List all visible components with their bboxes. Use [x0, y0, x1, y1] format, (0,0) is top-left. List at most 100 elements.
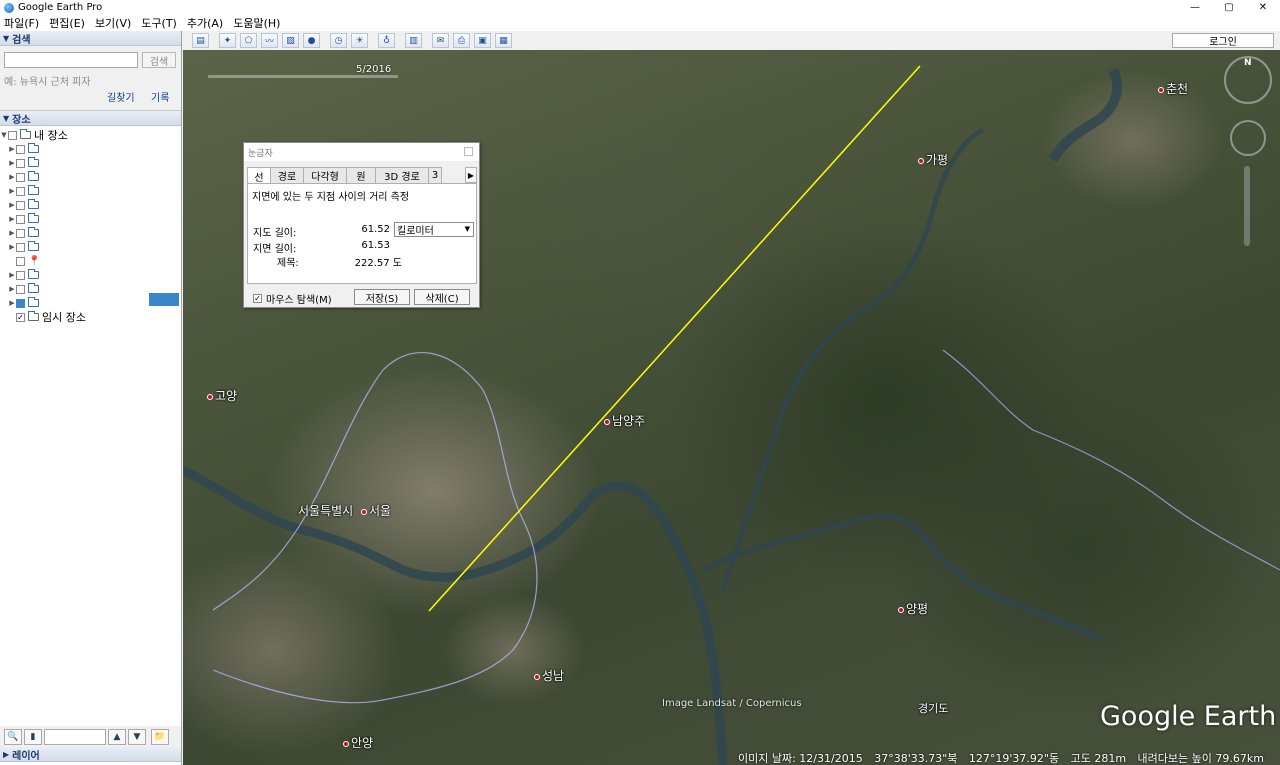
tab-circle[interactable]: 원 — [346, 167, 376, 183]
panel-view-icon[interactable]: ▮ — [24, 728, 42, 745]
navigation-controls[interactable]: N — [1222, 54, 1274, 254]
menu-add[interactable]: 추가(A) — [187, 15, 223, 31]
close-icon[interactable] — [464, 147, 473, 156]
move-up-icon[interactable]: ▲ — [108, 728, 126, 745]
search-input[interactable] — [4, 52, 138, 68]
directions-link[interactable]: 길찾기 — [107, 89, 135, 104]
tab-3d-path[interactable]: 3D 경로 — [375, 167, 429, 183]
checkbox[interactable] — [16, 158, 25, 168]
slider-track[interactable] — [208, 75, 398, 78]
mouse-navigation-toggle[interactable]: ✓ 마우스 탐색(M) — [253, 291, 332, 306]
label-anyang[interactable]: 안양 — [343, 734, 373, 751]
tree-item[interactable]: ▶ — [8, 156, 181, 170]
zoom-slider[interactable] — [1244, 166, 1250, 246]
email-icon[interactable]: ✉ — [432, 33, 449, 48]
label-yangpyeong[interactable]: 양평 — [898, 600, 928, 617]
checkbox[interactable] — [16, 270, 25, 280]
clear-button[interactable]: 삭제(C) — [414, 289, 470, 305]
menu-view[interactable]: 보기(V) — [95, 15, 131, 31]
expand-icon[interactable]: ▶ — [8, 173, 16, 181]
checkbox[interactable] — [16, 228, 25, 238]
label-goyang[interactable]: 고양 — [207, 387, 237, 404]
save-button[interactable]: 저장(S) — [354, 289, 410, 305]
label-gyeonggi[interactable]: 경기도 — [918, 700, 948, 716]
menu-file[interactable]: 파일(F) — [4, 15, 39, 31]
tree-item[interactable]: 📍 — [8, 254, 181, 268]
expand-icon[interactable]: ▶ — [8, 215, 16, 223]
menu-edit[interactable]: 편집(E) — [49, 15, 85, 31]
tree-item[interactable]: ▶ — [8, 268, 181, 282]
tree-item[interactable]: ▶ — [8, 170, 181, 184]
checkbox[interactable] — [16, 242, 25, 252]
login-button[interactable]: 로그인 — [1172, 33, 1274, 48]
tree-item[interactable]: ▶ — [8, 198, 181, 212]
checkbox[interactable] — [8, 130, 17, 140]
tree-item[interactable]: ▶ — [8, 142, 181, 156]
minimize-button[interactable]: — — [1178, 0, 1212, 15]
placemark-icon[interactable]: ✦ — [219, 33, 236, 48]
tree-item[interactable]: ▶ — [8, 184, 181, 198]
menu-tools[interactable]: 도구(T) — [141, 15, 177, 31]
checkbox[interactable] — [16, 186, 25, 196]
ruler-icon[interactable]: ▥ — [405, 33, 422, 48]
label-gapyeong[interactable]: 가평 — [918, 151, 948, 168]
checkbox[interactable] — [16, 214, 25, 224]
checkbox[interactable] — [16, 256, 25, 266]
layers-header[interactable]: ▶ 레이어 — [0, 747, 181, 762]
places-filter-input[interactable] — [44, 728, 106, 745]
polygon-icon[interactable]: ⬠ — [240, 33, 257, 48]
expand-icon[interactable]: ▶ — [8, 285, 16, 293]
ruler-title-bar[interactable]: 눈금자 — [244, 143, 479, 161]
checkbox[interactable] — [16, 284, 25, 294]
search-button[interactable]: 검색 — [142, 52, 176, 68]
image-overlay-icon[interactable]: ▧ — [282, 33, 299, 48]
print-icon[interactable]: ⎙ — [453, 33, 470, 48]
menu-help[interactable]: 도움말(H) — [233, 15, 280, 31]
maps-icon[interactable]: ▦ — [495, 33, 512, 48]
path-icon[interactable]: 〰 — [261, 33, 278, 48]
places-header[interactable]: ▼ 장소 — [0, 111, 181, 126]
checkbox[interactable] — [16, 172, 25, 182]
checkbox-checked[interactable]: ✓ — [253, 294, 262, 303]
historical-imagery-icon[interactable]: ◷ — [330, 33, 347, 48]
expand-icon[interactable]: ▶ — [8, 201, 16, 209]
label-namyangju[interactable]: 남양주 — [604, 412, 645, 429]
history-link[interactable]: 기록 — [151, 89, 169, 104]
label-chuncheon[interactable]: 춘천 — [1158, 80, 1188, 97]
label-seoul-city[interactable]: 서울 — [361, 502, 391, 519]
record-tour-icon[interactable]: ● — [303, 33, 320, 48]
add-folder-icon[interactable]: 📁 — [151, 728, 169, 745]
tree-item-temporary-places[interactable]: ✓ 임시 장소 — [8, 310, 181, 324]
expand-icon[interactable]: ▶ — [8, 187, 16, 195]
planet-icon[interactable]: ♁ — [378, 33, 395, 48]
tab-path[interactable]: 경로 — [270, 167, 304, 183]
label-seoul[interactable]: 서울특별시 — [298, 502, 353, 519]
move-down-icon[interactable]: ▼ — [128, 728, 146, 745]
sun-icon[interactable]: ☀ — [351, 33, 368, 48]
label-seongnam[interactable]: 성남 — [534, 667, 564, 684]
expand-icon[interactable]: ▶ — [8, 243, 16, 251]
expand-icon[interactable]: ▶ — [8, 299, 16, 307]
checkbox[interactable] — [16, 144, 25, 154]
checkbox-checked[interactable]: ✓ — [16, 312, 25, 322]
tab-more[interactable]: 3 — [428, 167, 442, 183]
compass-north-icon[interactable]: N — [1244, 58, 1252, 68]
checkbox[interactable] — [16, 200, 25, 210]
expand-icon[interactable]: ▶ — [8, 271, 16, 279]
tree-item[interactable]: ▶ — [8, 240, 181, 254]
tree-item-my-places[interactable]: ▼ 내 장소 — [0, 128, 181, 142]
sidebar-icon[interactable]: ▤ — [192, 33, 209, 48]
tab-polygon[interactable]: 다각형 — [303, 167, 347, 183]
search-icon[interactable]: 🔍 — [4, 728, 22, 745]
tab-line[interactable]: 선 — [247, 167, 271, 184]
expand-icon[interactable]: ▶ — [8, 159, 16, 167]
maximize-button[interactable]: ▢ — [1212, 0, 1246, 15]
collapse-icon[interactable]: ▼ — [0, 131, 8, 139]
expand-icon[interactable]: ▶ — [8, 229, 16, 237]
pan-control-icon[interactable] — [1230, 120, 1266, 156]
checkbox[interactable] — [16, 298, 25, 308]
tree-item[interactable]: ▶ — [8, 226, 181, 240]
expand-icon[interactable]: ▶ — [8, 145, 16, 153]
tab-scroll-right-icon[interactable]: ▶ — [465, 167, 477, 183]
tree-item[interactable]: ▶ — [8, 212, 181, 226]
